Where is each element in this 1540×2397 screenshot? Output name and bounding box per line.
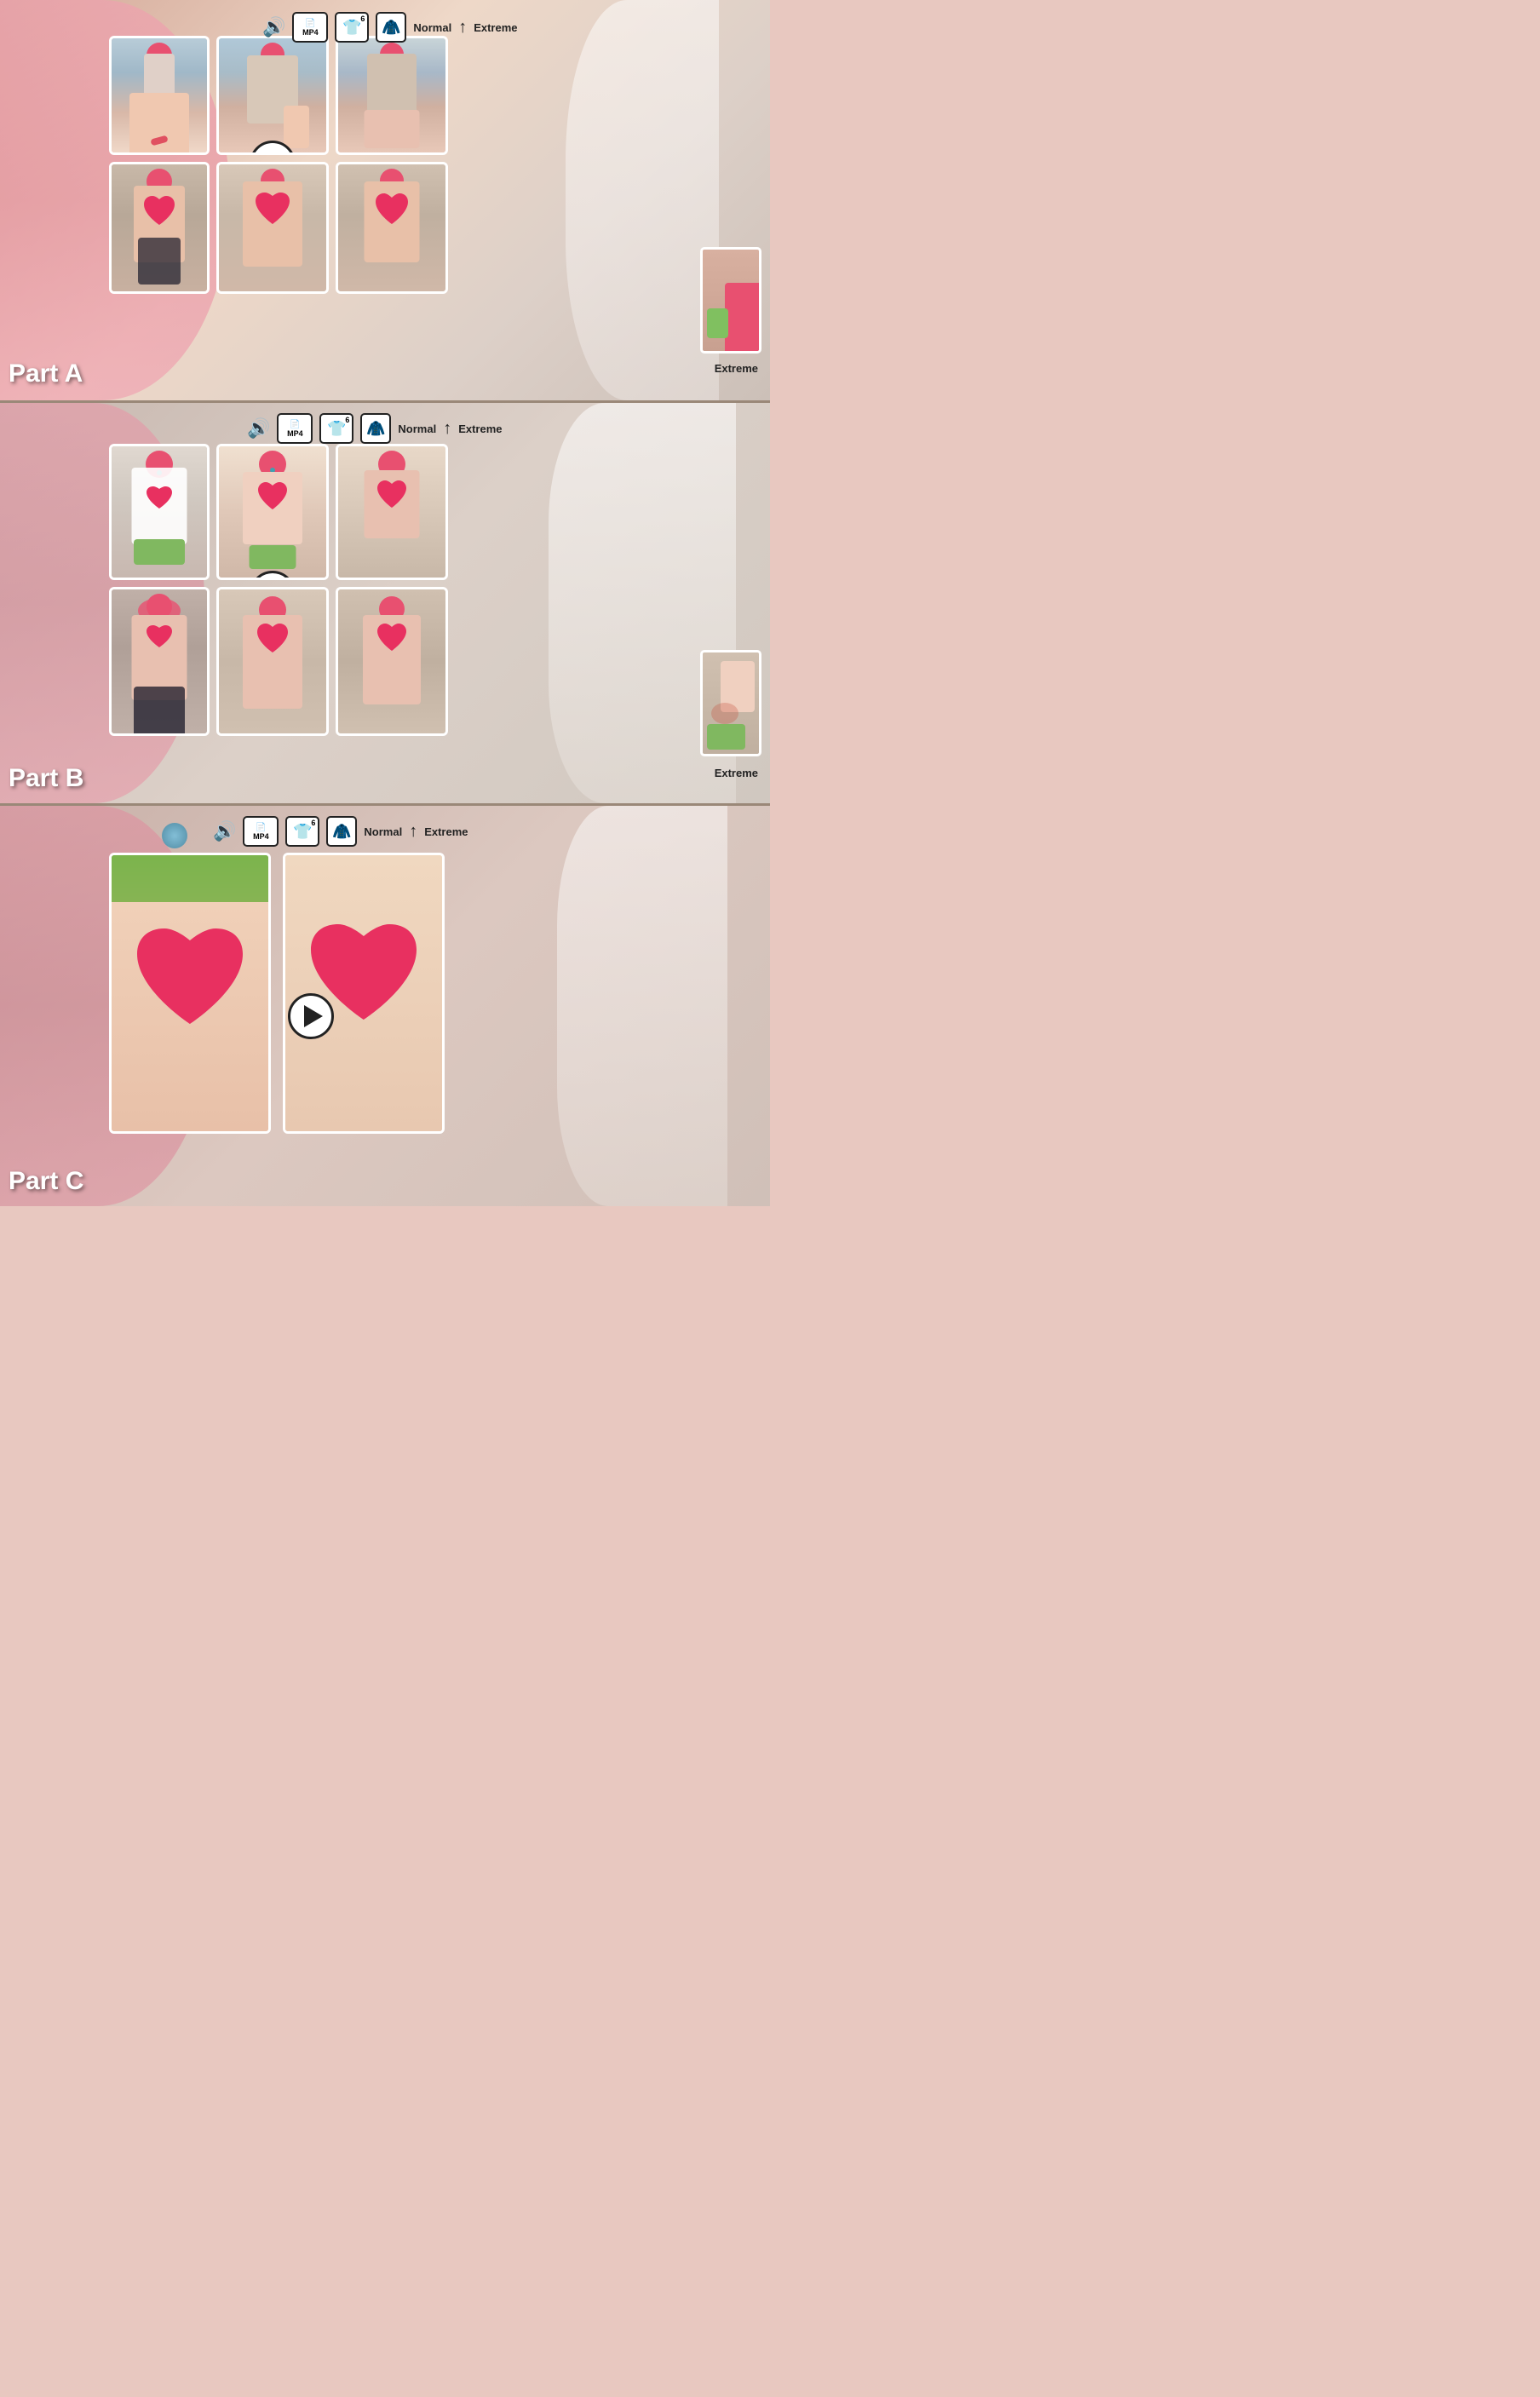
mp4-label-b: MP4 — [287, 429, 303, 438]
heart-censor-b1 — [144, 485, 175, 510]
section-a: 🔊 📄 MP4 👕 6 🧥 Normal ↑ Extreme — [0, 0, 770, 400]
page: 🔊 📄 MP4 👕 6 🧥 Normal ↑ Extreme — [0, 0, 770, 1206]
part-b-label: Part B — [9, 764, 83, 793]
part-c-label: Part C — [9, 1167, 83, 1196]
extreme-ctrl-label-c[interactable]: Extreme — [424, 825, 468, 838]
shirt-badge-b[interactable]: 👕 6 — [319, 413, 353, 444]
mp4-badge-a[interactable]: 📄 MP4 — [292, 12, 328, 43]
heart-censor-a5 — [251, 190, 294, 226]
thumb-a3[interactable] — [336, 36, 448, 155]
mp4-label-c: MP4 — [253, 832, 269, 841]
outfit-icon-b[interactable]: 🧥 — [360, 413, 391, 444]
section-b: 🔊 📄 MP4 👕 6 🧥 Normal ↑ Extreme — [0, 403, 770, 803]
thumb-a6[interactable] — [336, 162, 448, 294]
heart-censor-b2 — [255, 480, 290, 511]
thumb-b2[interactable] — [216, 444, 329, 580]
shirt-icon-c: 👕 — [293, 823, 312, 841]
heart-censor-b3 — [374, 479, 410, 509]
heart-censor-a4 — [141, 194, 178, 227]
thumb-a1[interactable] — [109, 36, 210, 155]
shirt-badge-a[interactable]: 👕 6 — [335, 12, 369, 43]
heart-censor-b6 — [374, 622, 410, 652]
heart-censor-b5 — [254, 622, 291, 654]
shirt-badge-c[interactable]: 👕 6 — [285, 816, 319, 847]
thumb-b4[interactable] — [109, 587, 210, 736]
shirt-icon-a: 👕 — [342, 19, 361, 37]
mp4-icon-c: 📄 — [256, 823, 266, 832]
extreme-thumb-a[interactable] — [700, 247, 761, 354]
normal-label-a[interactable]: Normal — [413, 21, 451, 34]
thumb-a5[interactable] — [216, 162, 329, 294]
extreme-label-text-b: Extreme — [715, 767, 758, 779]
shirt-count-c: 6 — [311, 819, 315, 827]
mp4-label-a: MP4 — [302, 28, 319, 37]
sound-button-c[interactable]: 🔊 — [213, 820, 236, 842]
heart-censor-b4 — [144, 624, 175, 649]
shirt-icon-b: 👕 — [327, 420, 346, 438]
thumb-a2[interactable] — [216, 36, 329, 155]
extreme-thumb-b[interactable] — [700, 650, 761, 756]
extreme-arrow-b: ↑ — [443, 419, 451, 439]
outfit-icon-a[interactable]: 🧥 — [376, 12, 406, 43]
sound-button-b[interactable]: 🔊 — [247, 417, 270, 440]
thumb-b5[interactable] — [216, 587, 329, 736]
extreme-ctrl-label-b[interactable]: Extreme — [458, 422, 502, 435]
thumb-b3[interactable] — [336, 444, 448, 580]
mp4-icon-b: 📄 — [290, 420, 300, 429]
extreme-label-a[interactable]: Extreme — [474, 21, 517, 34]
play-button-c-overlay[interactable] — [288, 993, 334, 1039]
thumb-a4[interactable] — [109, 162, 210, 294]
thumb-c1[interactable] — [109, 853, 271, 1134]
heart-censor-a6 — [372, 192, 411, 226]
extreme-label-text-a: Extreme — [715, 362, 758, 375]
mp4-badge-b[interactable]: 📄 MP4 — [277, 413, 313, 444]
thumb-b1[interactable] — [109, 444, 210, 580]
mp4-icon-a: 📄 — [305, 19, 315, 28]
normal-label-c[interactable]: Normal — [364, 825, 402, 838]
mp4-badge-c[interactable]: 📄 MP4 — [243, 816, 279, 847]
extreme-arrow-c: ↑ — [409, 822, 417, 842]
thumb-b6[interactable] — [336, 587, 448, 736]
outfit-icon-c[interactable]: 🧥 — [326, 816, 357, 847]
sound-button-a[interactable]: 🔊 — [262, 16, 285, 38]
normal-label-b[interactable]: Normal — [398, 422, 436, 435]
heart-censor-c1 — [130, 923, 250, 1026]
part-a-label: Part A — [9, 359, 83, 388]
extreme-arrow-a: ↑ — [458, 18, 467, 37]
shirt-count-b: 6 — [345, 416, 349, 424]
shirt-count-a: 6 — [360, 14, 365, 23]
section-c: 🔊 📄 MP4 👕 6 🧥 Normal ↑ Extreme — [0, 806, 770, 1206]
